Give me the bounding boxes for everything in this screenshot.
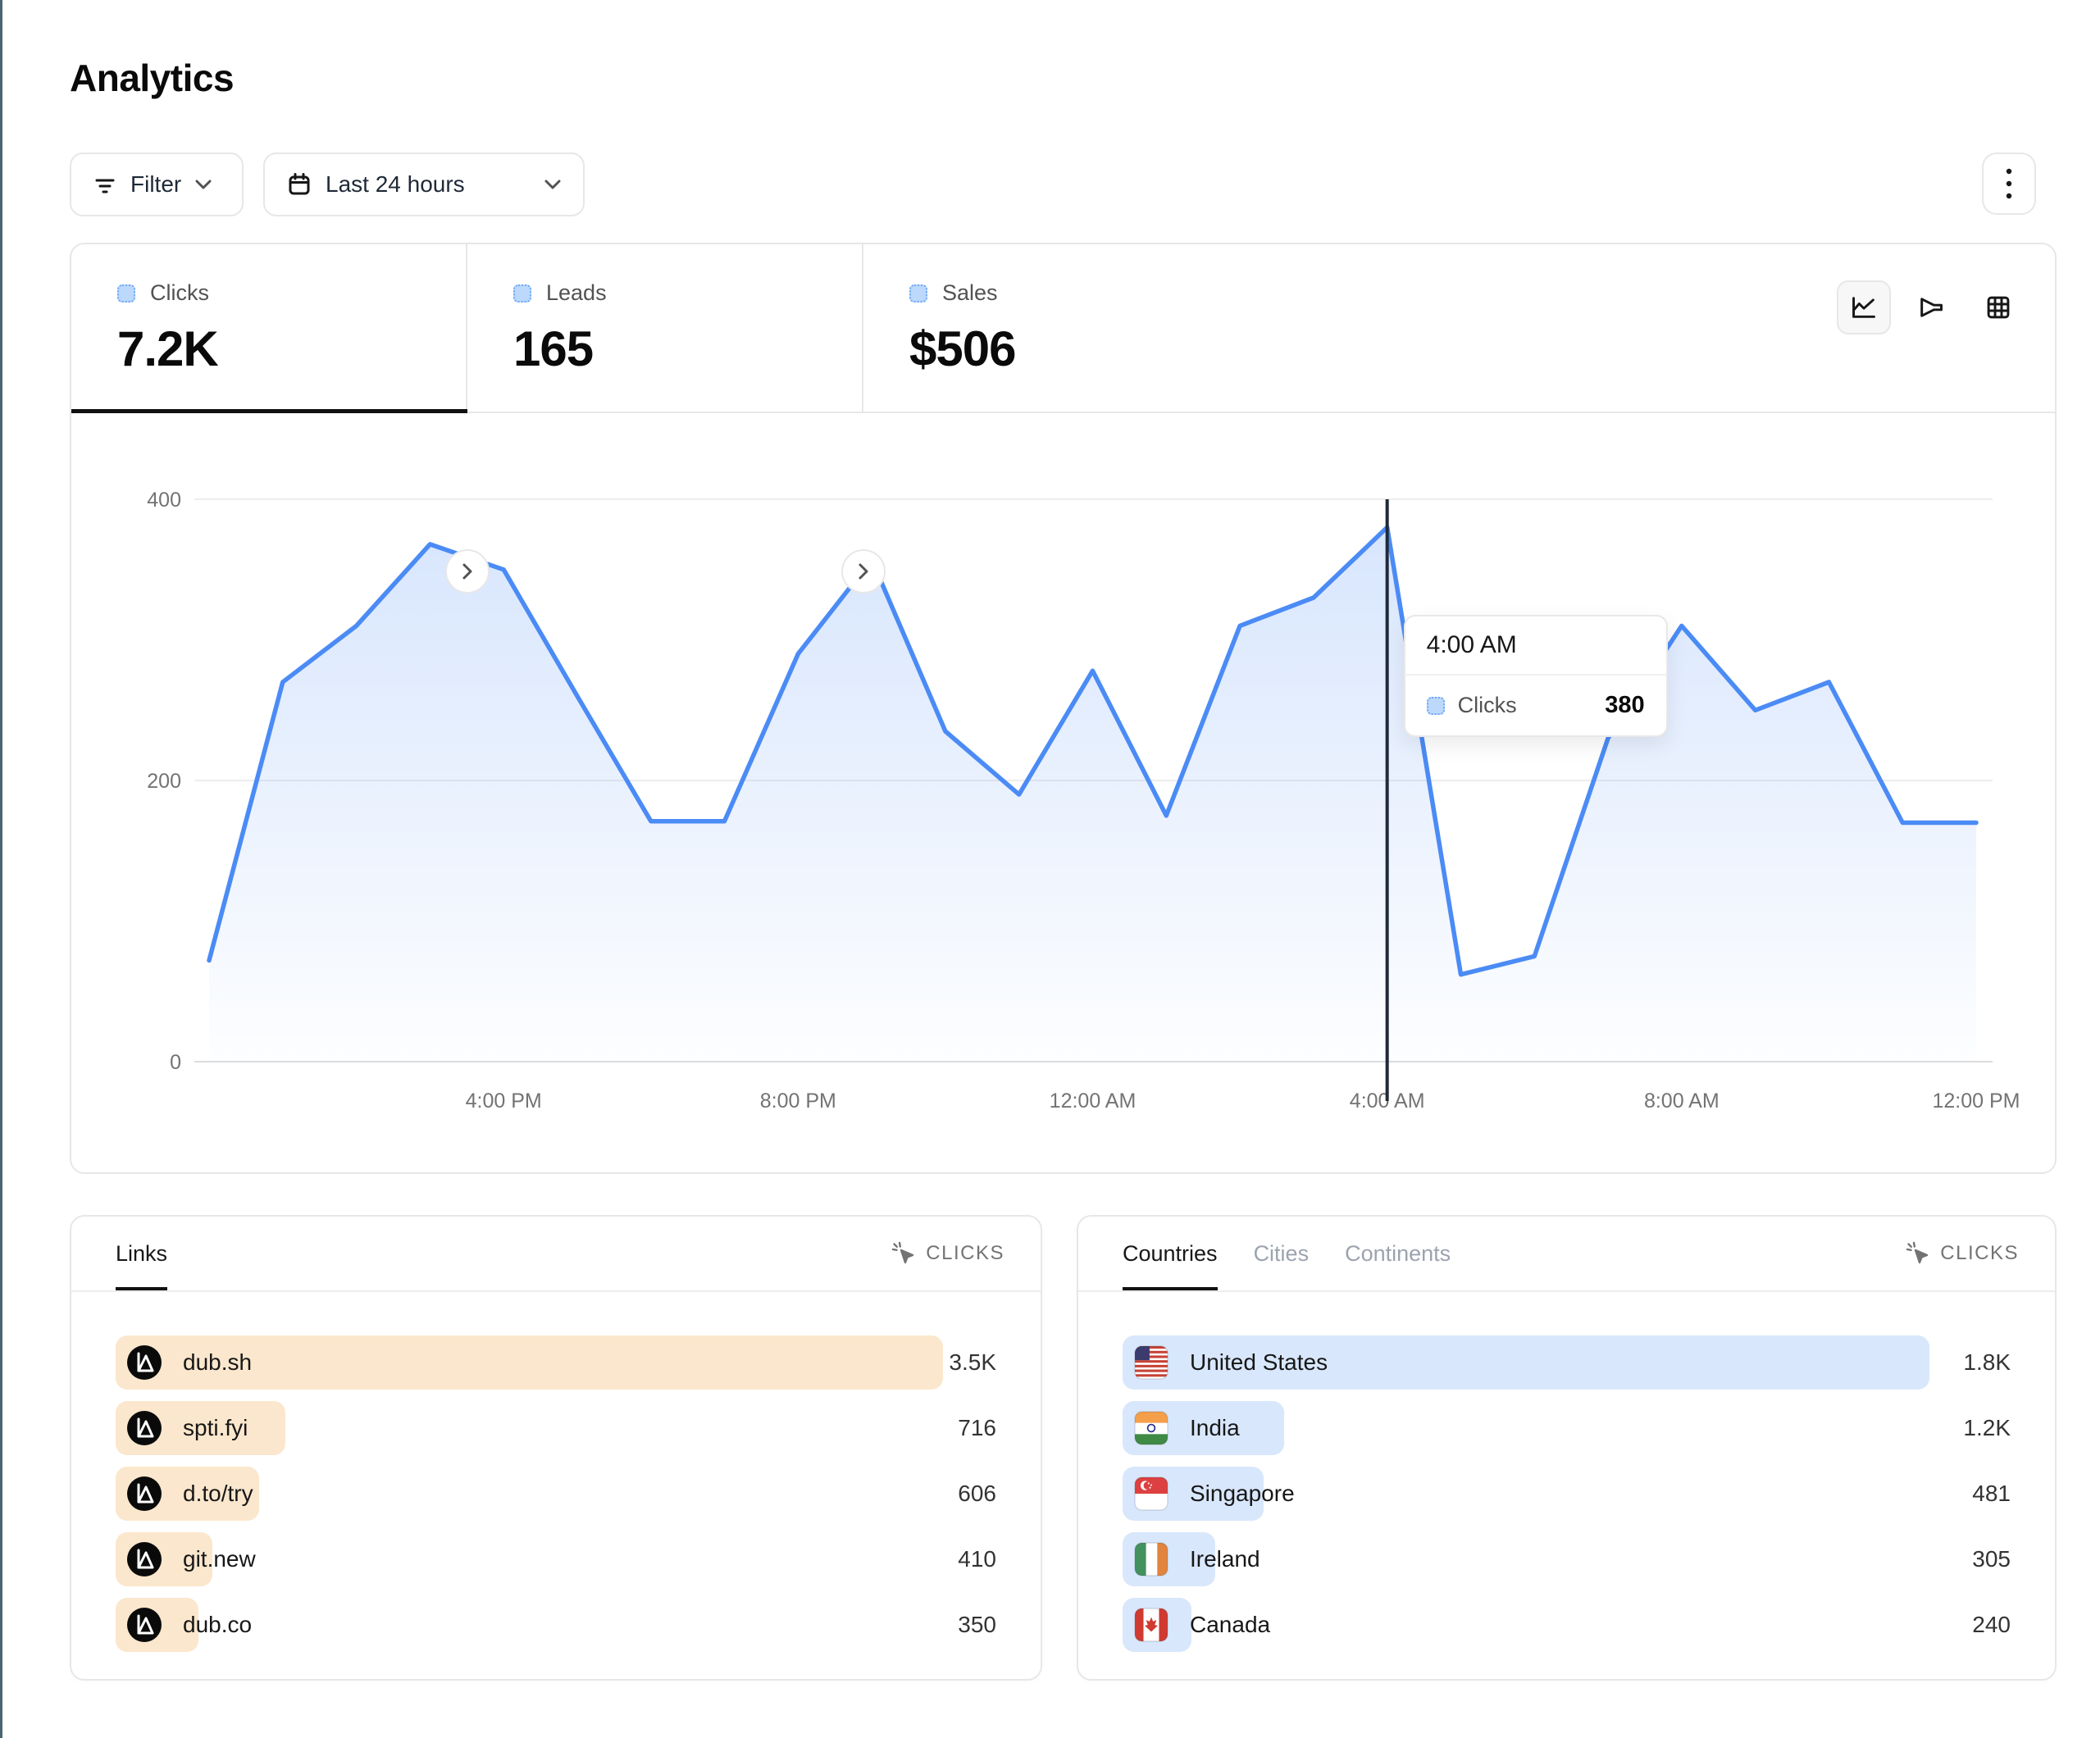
tooltip-time: 4:00 AM — [1405, 616, 1666, 676]
dub-logo-icon — [127, 1542, 162, 1576]
y-axis-tick: 400 — [147, 489, 181, 512]
x-axis-tick: 4:00 PM — [466, 1090, 542, 1112]
clicks-area-fill — [209, 527, 1976, 1062]
analytics-card: Clicks 7.2K Leads 165 Sales $506 — [70, 243, 2057, 1174]
chart-tooltip: 4:00 AM Clicks 380 — [1404, 615, 1668, 737]
link-row[interactable]: dub.co 350 — [116, 1598, 996, 1652]
link-label: dub.co — [183, 1612, 252, 1638]
ie-flag-icon — [1134, 1542, 1168, 1576]
links-rows: dub.sh 3.5K spti.fyi 716 d.to/try 606 git.n… — [116, 1335, 996, 1663]
link-value: 606 — [958, 1481, 996, 1507]
country-row[interactable]: United States 1.8K — [1123, 1335, 2011, 1390]
tab-links[interactable]: Links — [116, 1217, 167, 1290]
ca-flag-icon — [1134, 1608, 1168, 1642]
countries-panel: Countries Cities Continents CLICKS Unite… — [1077, 1215, 2057, 1681]
country-row[interactable]: Ireland 305 — [1123, 1532, 2011, 1586]
date-range-label: Last 24 hours — [326, 171, 465, 198]
links-panel: Links CLICKS dub.sh 3.5K spti.fyi 716 d.to… — [70, 1215, 1042, 1681]
tab-continents[interactable]: Continents — [1345, 1217, 1451, 1290]
link-label: dub.sh — [183, 1349, 252, 1376]
link-value: 410 — [958, 1546, 996, 1572]
country-label: Ireland — [1190, 1546, 1260, 1572]
link-value: 3.5K — [949, 1349, 996, 1376]
expand-clicks-button[interactable] — [445, 549, 490, 594]
country-label: United States — [1190, 1349, 1328, 1376]
countries-metric-selector[interactable]: CLICKS — [1906, 1241, 2019, 1266]
link-row[interactable]: spti.fyi 716 — [116, 1401, 996, 1455]
links-metric-selector[interactable]: CLICKS — [891, 1241, 1004, 1266]
more-options-button[interactable] — [1982, 152, 2036, 215]
expand-leads-button[interactable] — [841, 549, 886, 594]
dub-logo-icon — [127, 1345, 162, 1380]
country-value: 305 — [1972, 1546, 2011, 1572]
chevron-down-icon — [194, 179, 212, 190]
link-row[interactable]: d.to/try 606 — [116, 1467, 996, 1521]
filter-button-label: Filter — [130, 171, 181, 198]
tab-countries[interactable]: Countries — [1123, 1217, 1218, 1290]
link-value: 350 — [958, 1612, 996, 1638]
country-label: India — [1190, 1415, 1240, 1441]
filter-icon — [93, 172, 117, 197]
x-axis-tick: 12:00 PM — [1932, 1090, 2020, 1112]
dub-logo-icon — [127, 1476, 162, 1511]
kebab-menu-icon — [2005, 166, 2013, 201]
tooltip-series-label: Clicks — [1458, 693, 1517, 718]
cursor-click-icon — [891, 1241, 916, 1266]
countries-panel-header: Countries Cities Continents CLICKS — [1078, 1217, 2055, 1292]
country-value: 240 — [1972, 1612, 2011, 1638]
y-axis-tick: 200 — [147, 770, 181, 793]
link-label: spti.fyi — [183, 1415, 248, 1441]
clicks-legend-chip — [1427, 697, 1445, 715]
link-value: 716 — [958, 1415, 996, 1441]
country-row[interactable]: Canada 240 — [1123, 1598, 2011, 1652]
chevron-right-icon — [461, 562, 474, 580]
calendar-icon — [286, 171, 312, 198]
x-axis-tick: 12:00 AM — [1050, 1090, 1137, 1112]
chevron-right-icon — [857, 562, 870, 580]
dub-logo-icon — [127, 1411, 162, 1445]
link-row[interactable]: git.new 410 — [116, 1532, 996, 1586]
country-row[interactable]: India 1.2K — [1123, 1401, 2011, 1455]
link-label: d.to/try — [183, 1481, 253, 1507]
x-axis-tick: 8:00 PM — [760, 1090, 836, 1112]
countries-rows: United States 1.8K India 1.2K Singapore 481… — [1123, 1335, 2011, 1663]
chevron-down-icon — [544, 179, 562, 190]
us-flag-icon — [1134, 1345, 1168, 1380]
link-label: git.new — [183, 1546, 256, 1572]
country-label: Canada — [1190, 1612, 1270, 1638]
cursor-click-icon — [1906, 1241, 1930, 1266]
links-metric-label: CLICKS — [926, 1242, 1004, 1265]
country-value: 1.2K — [1963, 1415, 2011, 1441]
countries-metric-label: CLICKS — [1940, 1242, 2019, 1265]
tab-cities[interactable]: Cities — [1254, 1217, 1310, 1290]
x-axis-tick: 8:00 AM — [1644, 1090, 1720, 1112]
country-value: 1.8K — [1963, 1349, 2011, 1376]
country-label: Singapore — [1190, 1481, 1295, 1507]
analytics-page: { "page": { "title": "Analytics" }, "too… — [0, 0, 2100, 1738]
link-row[interactable]: dub.sh 3.5K — [116, 1335, 996, 1390]
filter-button[interactable]: Filter — [70, 152, 244, 216]
country-value: 481 — [1972, 1481, 2011, 1507]
sg-flag-icon — [1134, 1476, 1168, 1511]
dub-logo-icon — [127, 1608, 162, 1642]
y-axis-tick: 0 — [170, 1051, 181, 1074]
page-title: Analytics — [70, 56, 234, 100]
in-flag-icon — [1134, 1411, 1168, 1445]
date-range-button[interactable]: Last 24 hours — [263, 152, 585, 216]
country-row[interactable]: Singapore 481 — [1123, 1467, 2011, 1521]
clicks-area-chart[interactable]: 0 200 400 4:00 PM 8:00 PM 12:00 AM 4:00 AM 8:00… — [71, 244, 2058, 1176]
tooltip-value: 380 — [1605, 692, 1644, 719]
links-panel-header: Links CLICKS — [71, 1217, 1041, 1292]
